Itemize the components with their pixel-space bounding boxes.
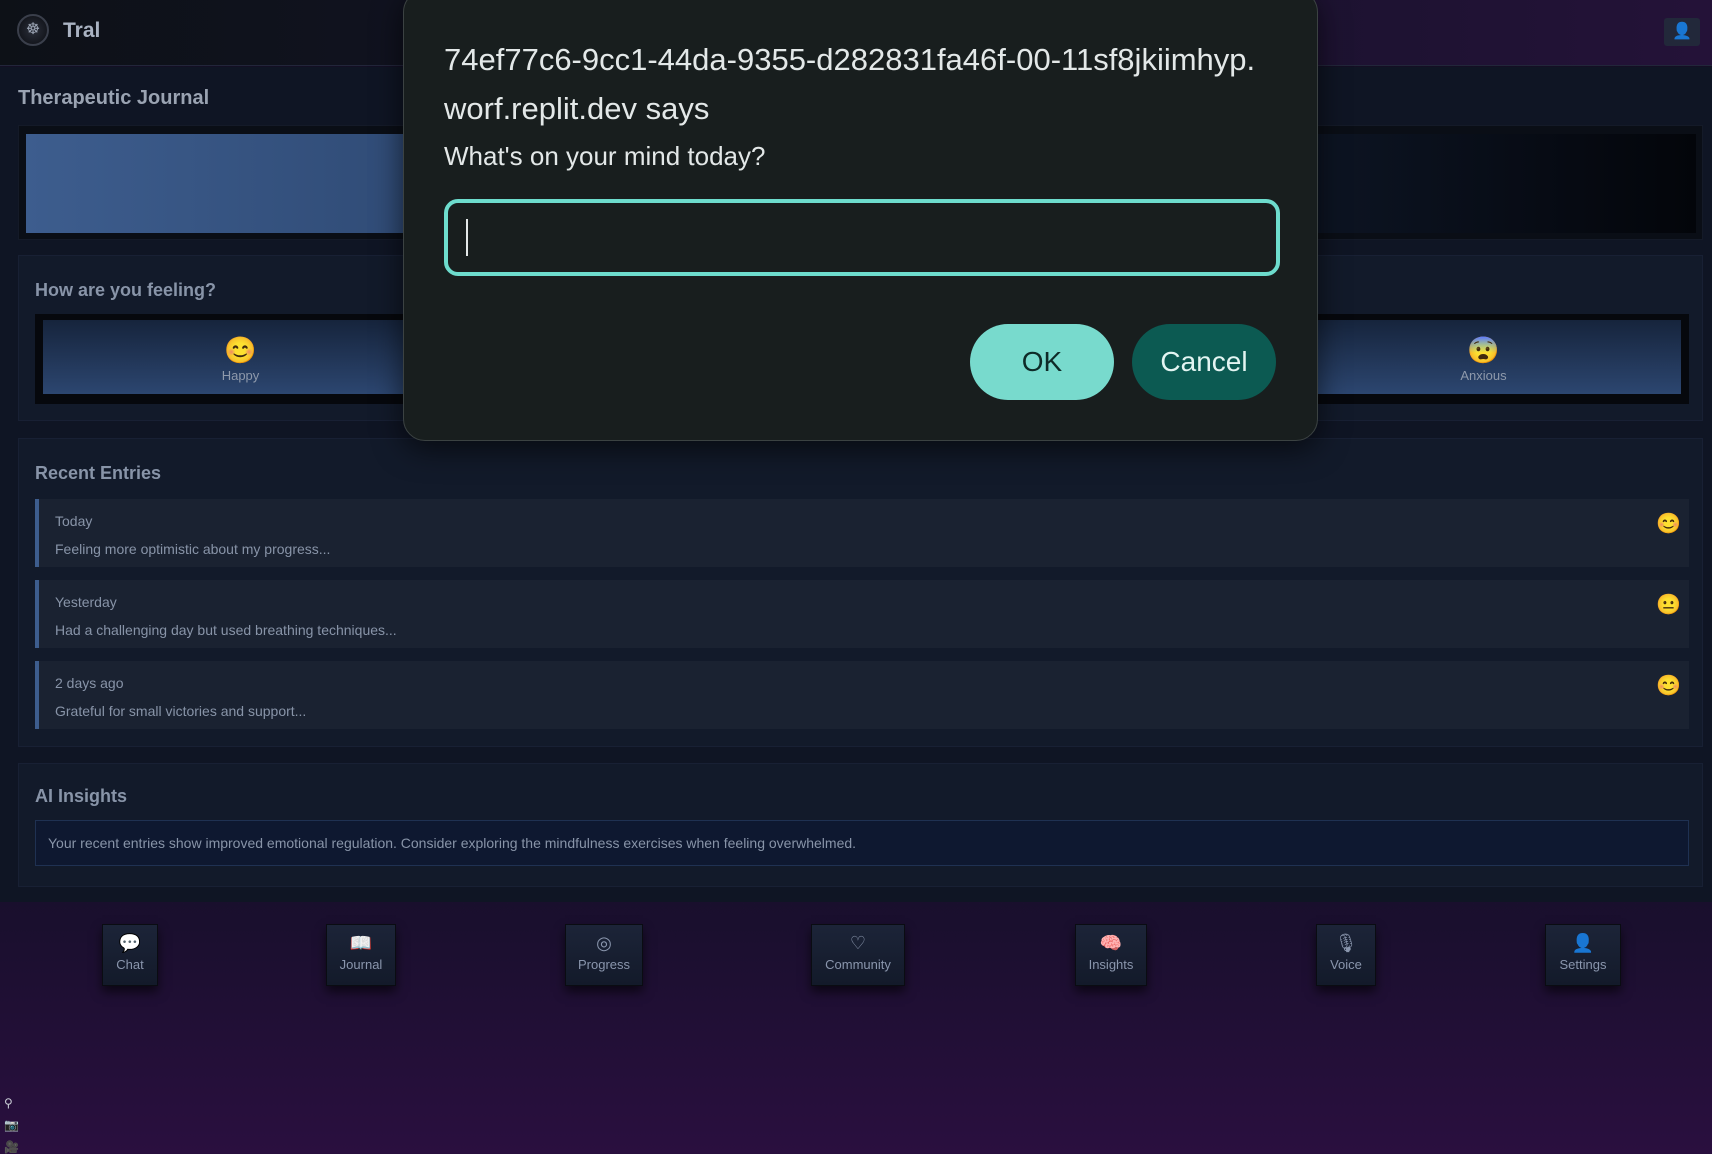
entry-item[interactable]: Today Feeling more optimistic about my p… bbox=[35, 499, 1689, 567]
target-icon: ◎ bbox=[596, 933, 612, 953]
nav-insights[interactable]: 🧠 Insights bbox=[1075, 924, 1147, 986]
profile-button[interactable]: 👤 bbox=[1664, 18, 1700, 46]
anxious-emoji-icon: 😨 bbox=[1467, 335, 1500, 365]
smile-emoji-icon: 😊 bbox=[1656, 513, 1681, 535]
heart-icon: ♡ bbox=[849, 933, 867, 953]
entry-preview: Grateful for small victories and support… bbox=[55, 703, 307, 719]
brain-icon: 🧠 bbox=[1099, 933, 1123, 953]
prompt-input[interactable] bbox=[444, 199, 1280, 276]
entry-item[interactable]: Yesterday Had a challenging day but used… bbox=[35, 580, 1689, 648]
nav-label: Insights bbox=[1088, 957, 1134, 972]
nav-chat[interactable]: 💬 Chat bbox=[102, 924, 158, 986]
ai-insights-card: AI Insights Your recent entries show imp… bbox=[18, 763, 1703, 887]
nav-label: Chat bbox=[116, 957, 144, 972]
app-logo-icon[interactable]: ☸ bbox=[17, 14, 49, 46]
mood-label: Happy bbox=[221, 368, 260, 383]
entry-item[interactable]: 2 days ago Grateful for small victories … bbox=[35, 661, 1689, 729]
ok-button[interactable]: OK bbox=[970, 324, 1114, 400]
nav-label: Community bbox=[825, 957, 891, 972]
recent-entries-title: Recent Entries bbox=[35, 463, 162, 483]
video-icon[interactable]: 🎥 bbox=[4, 1136, 26, 1154]
mood-button-anxious[interactable]: 😨 Anxious bbox=[1286, 320, 1681, 394]
app-name: Tral bbox=[63, 19, 101, 42]
page-title: Therapeutic Journal bbox=[18, 87, 210, 109]
prompt-dialog: 74ef77c6-9cc1-44da-9355-d282831fa46f-00-… bbox=[403, 0, 1318, 441]
smile-emoji-icon: 😊 bbox=[1656, 675, 1681, 697]
entry-preview: Had a challenging day but used breathing… bbox=[55, 622, 397, 638]
happy-emoji-icon: 😊 bbox=[224, 335, 257, 365]
nav-community[interactable]: ♡ Community bbox=[811, 924, 905, 986]
ai-insights-title: AI Insights bbox=[35, 786, 128, 806]
user-icon: 👤 bbox=[1571, 933, 1595, 953]
neutral-emoji-icon: 😐 bbox=[1656, 594, 1681, 616]
nav-label: Journal bbox=[339, 957, 383, 972]
mood-section-title: How are you feeling? bbox=[35, 280, 217, 300]
chat-icon: 💬 bbox=[118, 933, 142, 953]
book-icon: 📖 bbox=[349, 933, 373, 953]
cancel-button[interactable]: Cancel bbox=[1132, 324, 1276, 400]
recent-entries-card: Recent Entries Today Feeling more optimi… bbox=[18, 438, 1703, 747]
nav-label: Voice bbox=[1330, 957, 1362, 972]
ai-insight-text: Your recent entries show improved emotio… bbox=[35, 820, 1689, 866]
corner-tools: ⚲ 📷 🎥 bbox=[4, 1092, 26, 1154]
entry-preview: Feeling more optimistic about my progres… bbox=[55, 541, 331, 557]
nav-journal[interactable]: 📖 Journal bbox=[326, 924, 396, 986]
link-icon[interactable]: ⚲ bbox=[4, 1092, 26, 1114]
nav-label: Progress bbox=[577, 957, 631, 972]
entry-date: Today bbox=[55, 513, 93, 529]
entry-date: Yesterday bbox=[55, 594, 117, 610]
nav-settings[interactable]: 👤 Settings bbox=[1545, 924, 1621, 986]
mood-button-happy[interactable]: 😊 Happy bbox=[43, 320, 438, 394]
mood-label: Anxious bbox=[1460, 368, 1507, 383]
dialog-message: What's on your mind today? bbox=[444, 141, 766, 171]
dialog-title: 74ef77c6-9cc1-44da-9355-d282831fa46f-00-… bbox=[444, 42, 1256, 126]
nav-label: Settings bbox=[1559, 957, 1607, 972]
text-caret bbox=[466, 219, 468, 256]
nav-progress[interactable]: ◎ Progress bbox=[565, 924, 643, 986]
microphone-icon: 🎙 bbox=[1334, 933, 1358, 953]
nav-voice[interactable]: 🎙 Voice bbox=[1316, 924, 1376, 986]
camera-icon[interactable]: 📷 bbox=[4, 1114, 26, 1136]
entry-date: 2 days ago bbox=[55, 675, 124, 691]
